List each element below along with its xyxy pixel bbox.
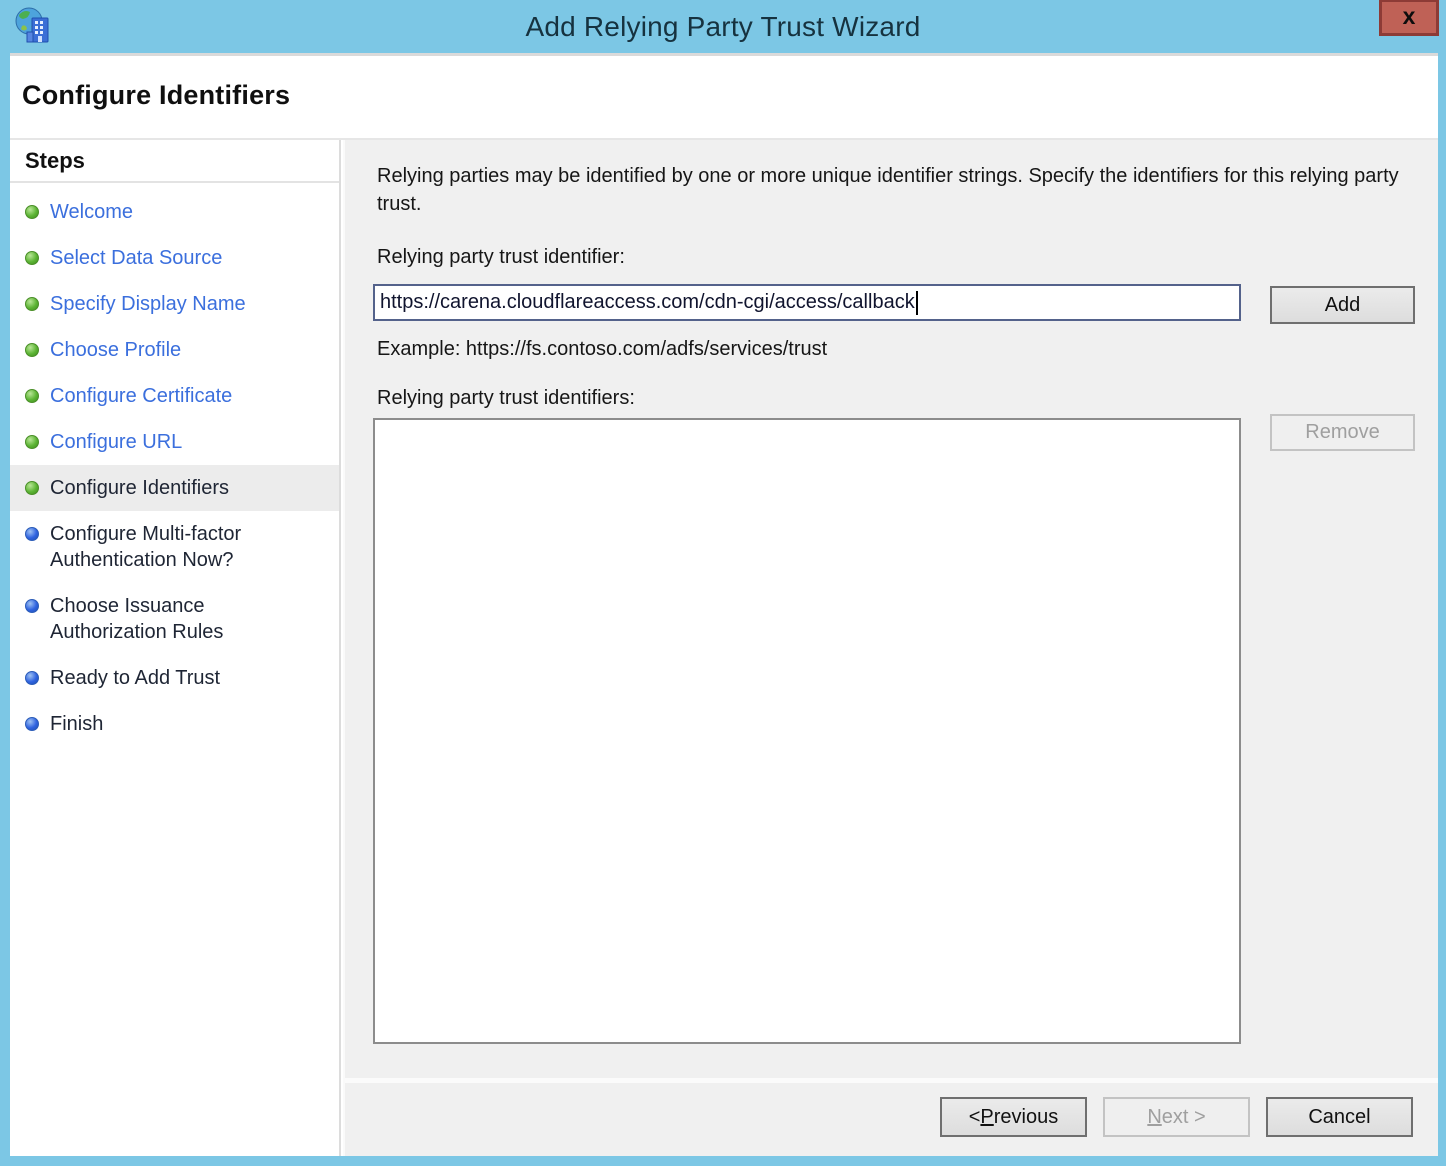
step-completed-icon: [25, 251, 39, 265]
add-button[interactable]: Add: [1270, 286, 1415, 324]
button-label-part: revious: [994, 1106, 1058, 1129]
button-label-part: N: [1147, 1106, 1161, 1129]
text-caret: [916, 291, 918, 315]
step-configure-certificate[interactable]: Configure Certificate: [10, 373, 339, 419]
window-title: Add Relying Party Trust Wizard: [0, 0, 1446, 53]
button-label-part: ext >: [1162, 1106, 1206, 1129]
previous-button[interactable]: < Previous: [940, 1097, 1087, 1137]
identifiers-list-label: Relying party trust identifiers:: [377, 387, 635, 410]
identifier-label: Relying party trust identifier:: [377, 246, 625, 269]
identifier-input[interactable]: https://carena.cloudflareaccess.com/cdn-…: [373, 284, 1241, 321]
content-panel: Relying parties may be identified by one…: [343, 140, 1438, 1156]
step-completed-icon: [25, 481, 39, 495]
step-completed-icon: [25, 297, 39, 311]
close-button[interactable]: x: [1379, 0, 1439, 36]
steps-heading: Steps: [10, 140, 339, 183]
identifiers-listbox[interactable]: [373, 418, 1241, 1044]
step-configure-multifactor: Configure Multi-factor Authentication No…: [10, 511, 339, 583]
cancel-button[interactable]: Cancel: [1266, 1097, 1413, 1137]
next-button[interactable]: Next >: [1103, 1097, 1250, 1137]
page-header: Configure Identifiers: [10, 56, 1438, 140]
step-completed-icon: [25, 205, 39, 219]
step-configure-identifiers: Configure Identifiers: [10, 465, 339, 511]
step-completed-icon: [25, 343, 39, 357]
example-text: Example: https://fs.contoso.com/adfs/ser…: [377, 338, 827, 361]
step-upcoming-icon: [25, 671, 39, 685]
button-label-part: <: [969, 1106, 981, 1129]
steps-list: Welcome Select Data Source Specify Displ…: [10, 183, 339, 747]
wizard-window: Configure Identifiers Steps Welcome Sele…: [10, 53, 1438, 1156]
close-icon: x: [1403, 5, 1416, 28]
step-select-data-source[interactable]: Select Data Source: [10, 235, 339, 281]
step-upcoming-icon: [25, 717, 39, 731]
identifier-input-value: https://carena.cloudflareaccess.com/cdn-…: [380, 291, 915, 314]
page-title: Configure Identifiers: [22, 80, 290, 111]
step-choose-profile[interactable]: Choose Profile: [10, 327, 339, 373]
step-upcoming-icon: [25, 527, 39, 541]
title-bar: Add Relying Party Trust Wizard x: [0, 0, 1446, 53]
step-configure-url[interactable]: Configure URL: [10, 419, 339, 465]
step-choose-issuance-rules: Choose Issuance Authorization Rules: [10, 583, 339, 655]
step-completed-icon: [25, 389, 39, 403]
step-ready-to-add-trust: Ready to Add Trust: [10, 655, 339, 701]
step-upcoming-icon: [25, 599, 39, 613]
description-text: Relying parties may be identified by one…: [377, 162, 1399, 218]
step-finish: Finish: [10, 701, 339, 747]
footer-divider: [345, 1078, 1438, 1083]
step-welcome[interactable]: Welcome: [10, 189, 339, 235]
remove-button[interactable]: Remove: [1270, 414, 1415, 451]
step-completed-icon: [25, 435, 39, 449]
button-label-part: P: [980, 1106, 993, 1129]
steps-sidebar: Steps Welcome Select Data Source Specify…: [10, 140, 341, 1156]
step-specify-display-name[interactable]: Specify Display Name: [10, 281, 339, 327]
